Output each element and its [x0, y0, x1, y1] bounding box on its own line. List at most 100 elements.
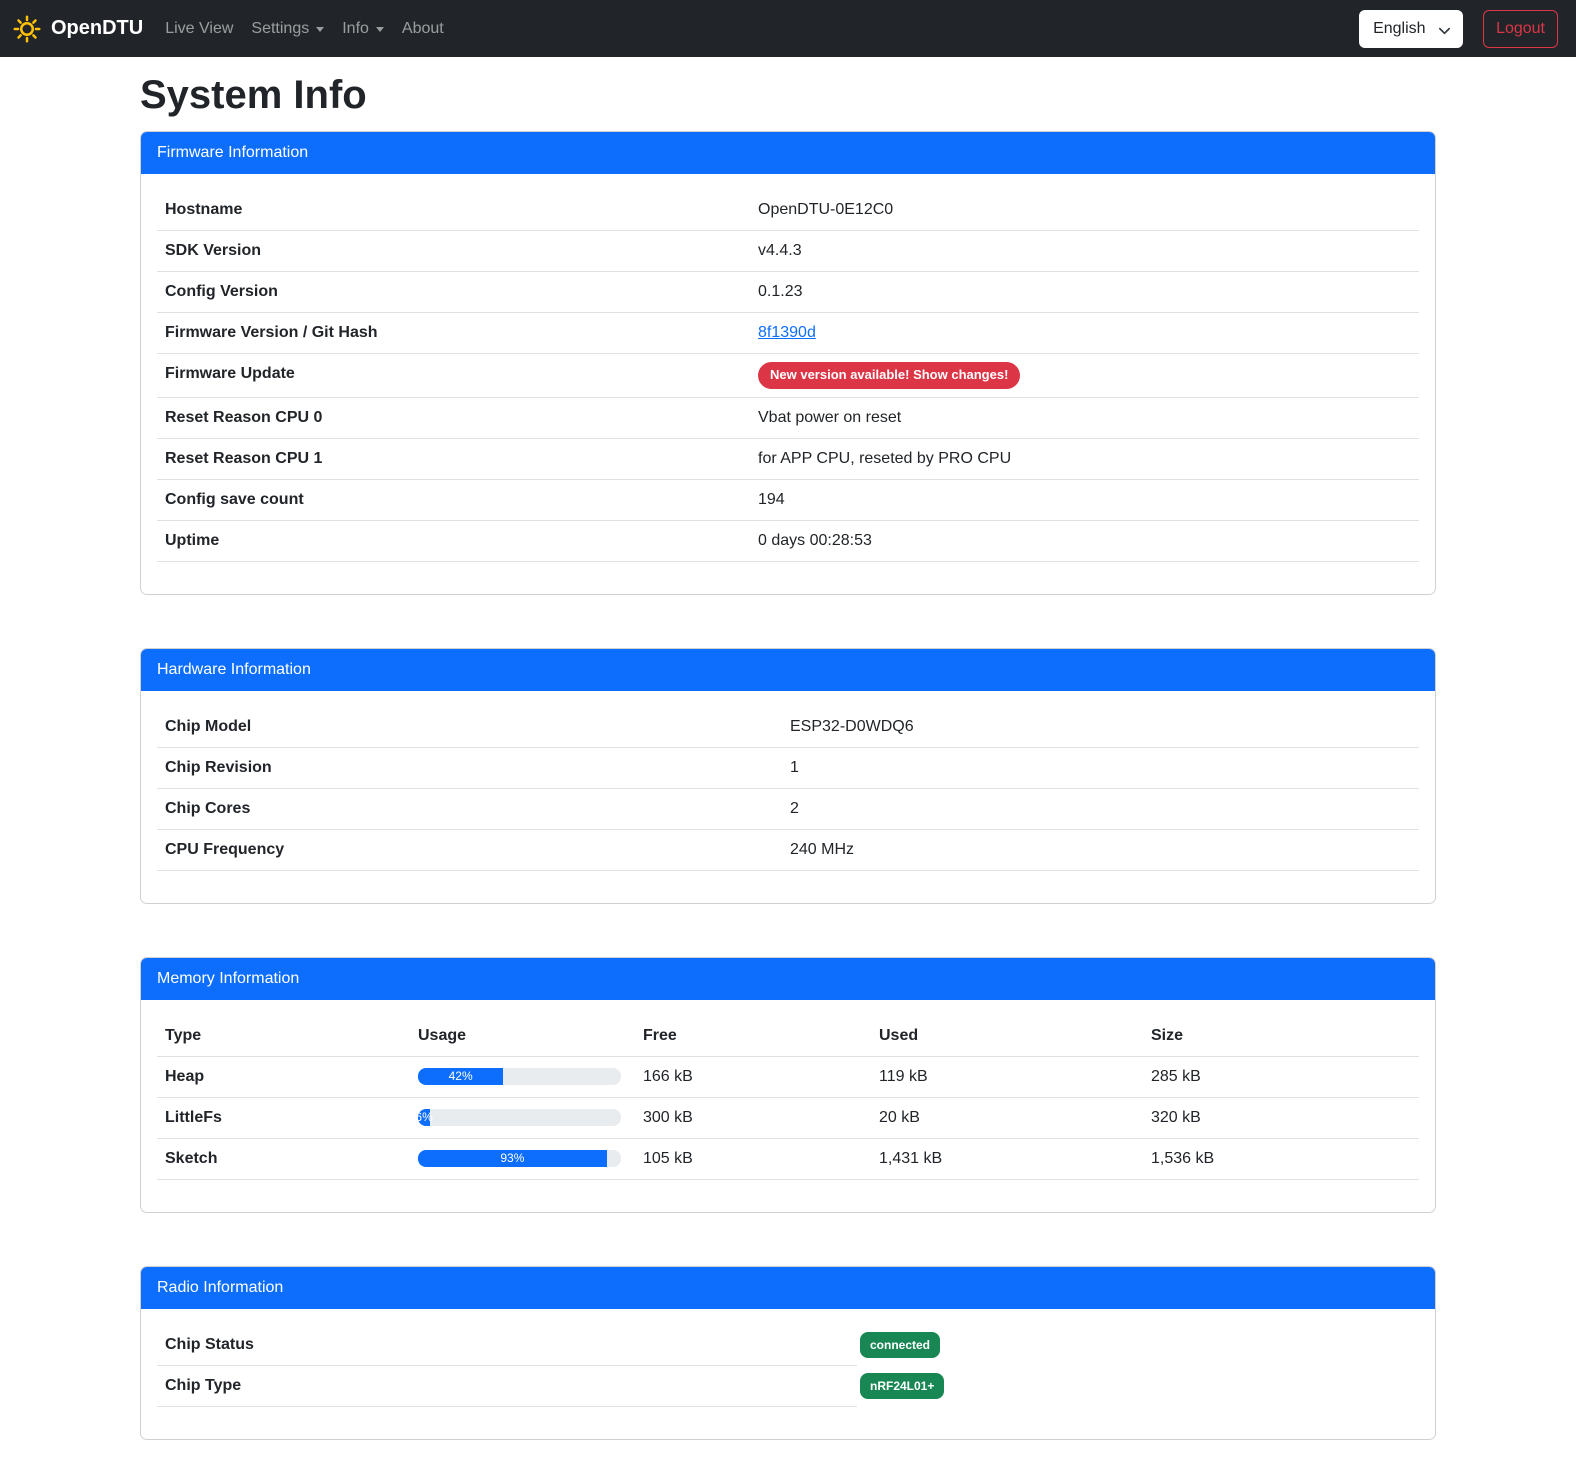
row-label: Chip Type: [157, 1366, 857, 1407]
heap-size: 285 kB: [1143, 1057, 1419, 1097]
brand-logo[interactable]: OpenDTU: [12, 14, 143, 44]
row-label: Chip Model: [157, 707, 782, 747]
table-row: Heap 42% 166 kB 119 kB 285 kB: [157, 1057, 1419, 1098]
heap-progress: 42%: [418, 1068, 621, 1085]
row-label: Sketch: [157, 1139, 410, 1179]
row-label: Heap: [157, 1057, 410, 1097]
column-header: Used: [871, 1016, 1143, 1056]
radio-card-body: Chip Status connected Chip Type nRF24L01…: [141, 1309, 1435, 1439]
page-title: System Info: [140, 71, 1436, 119]
hardware-card: Hardware Information Chip Model ESP32-D0…: [140, 648, 1436, 904]
firmware-card: Firmware Information Hostname OpenDTU-0E…: [140, 131, 1436, 595]
main-container: System Info Firmware Information Hostnam…: [140, 71, 1436, 1440]
row-label: Firmware Version / Git Hash: [157, 313, 750, 353]
firmware-table: Hostname OpenDTU-0E12C0 SDK Version v4.4…: [157, 190, 1419, 562]
sketch-size: 1,536 kB: [1143, 1139, 1419, 1179]
hardware-table: Chip Model ESP32-D0WDQ6 Chip Revision 1 …: [157, 707, 1419, 871]
firmware-card-header: Firmware Information: [141, 132, 1435, 174]
sketch-used: 1,431 kB: [871, 1139, 1143, 1179]
nav-links: Live View Settings Info About: [157, 12, 454, 46]
table-row: Reset Reason CPU 1 for APP CPU, reseted …: [157, 439, 1419, 480]
chevron-down-icon: [1437, 23, 1452, 38]
memory-table: Type Usage Free Used Size Heap 42% 166 k…: [157, 1016, 1419, 1180]
chip-status-badge: connected: [860, 1332, 940, 1358]
row-label: Chip Cores: [157, 789, 782, 829]
table-row: Chip Model ESP32-D0WDQ6: [157, 707, 1419, 748]
cpu-frequency-value: 240 MHz: [782, 830, 1419, 870]
column-header: Size: [1143, 1016, 1419, 1056]
row-label: Config Version: [157, 272, 750, 312]
row-label: Reset Reason CPU 1: [157, 439, 750, 479]
table-row: SDK Version v4.4.3: [157, 231, 1419, 272]
row-label: CPU Frequency: [157, 830, 782, 870]
table-row: Chip Type nRF24L01+: [157, 1366, 1419, 1407]
table-row: Reset Reason CPU 0 Vbat power on reset: [157, 398, 1419, 439]
chip-revision-value: 1: [782, 748, 1419, 788]
chevron-down-icon: [376, 27, 384, 32]
table-row: Chip Cores 2: [157, 789, 1419, 830]
sdk-version-value: v4.4.3: [750, 231, 1419, 271]
column-header: Usage: [410, 1016, 635, 1056]
table-row: Uptime 0 days 00:28:53: [157, 521, 1419, 562]
firmware-card-body: Hostname OpenDTU-0E12C0 SDK Version v4.4…: [141, 174, 1435, 594]
radio-card: Radio Information Chip Status connected …: [140, 1266, 1436, 1440]
navbar-right: English Logout: [1359, 10, 1564, 48]
git-hash-link[interactable]: 8f1390d: [758, 324, 816, 341]
nav-item-settings[interactable]: Settings: [243, 12, 332, 46]
heap-used: 119 kB: [871, 1057, 1143, 1097]
nav-item-label: Settings: [251, 20, 309, 38]
memory-card-header: Memory Information: [141, 958, 1435, 1000]
radio-table: Chip Status connected Chip Type nRF24L01…: [157, 1325, 1419, 1407]
config-version-value: 0.1.23: [750, 272, 1419, 312]
table-row: LittleFs 6% 300 kB 20 kB 320 kB: [157, 1098, 1419, 1139]
navbar: OpenDTU Live View Settings Info About En…: [0, 0, 1576, 57]
nav-item-info[interactable]: Info: [334, 12, 392, 46]
reset-reason-cpu1-value: for APP CPU, reseted by PRO CPU: [750, 439, 1419, 479]
config-save-count-value: 194: [750, 480, 1419, 520]
table-row: Firmware Version / Git Hash 8f1390d: [157, 313, 1419, 354]
column-header: Free: [635, 1016, 871, 1056]
row-label: Config save count: [157, 480, 750, 520]
memory-card: Memory Information Type Usage Free Used …: [140, 957, 1436, 1213]
row-label: Firmware Update: [157, 354, 750, 397]
nav-item-label: About: [402, 20, 444, 38]
row-label: SDK Version: [157, 231, 750, 271]
progress-bar-fill: 6%: [418, 1109, 430, 1126]
table-row: Chip Status connected: [157, 1325, 1419, 1366]
language-select[interactable]: English: [1359, 10, 1463, 48]
row-label: Chip Status: [157, 1325, 857, 1366]
new-version-badge[interactable]: New version available! Show changes!: [758, 362, 1020, 389]
nav-item-live-view[interactable]: Live View: [157, 12, 241, 46]
chip-type-badge: nRF24L01+: [860, 1373, 944, 1399]
sketch-free: 105 kB: [635, 1139, 871, 1179]
littlefs-free: 300 kB: [635, 1098, 871, 1138]
hardware-card-header: Hardware Information: [141, 649, 1435, 691]
nav-item-label: Live View: [165, 20, 233, 38]
row-label: Reset Reason CPU 0: [157, 398, 750, 438]
hostname-value: OpenDTU-0E12C0: [750, 190, 1419, 230]
memory-header-row: Type Usage Free Used Size: [157, 1016, 1419, 1057]
nav-item-about[interactable]: About: [394, 12, 452, 46]
table-row: Firmware Update New version available! S…: [157, 354, 1419, 398]
radio-card-header: Radio Information: [141, 1267, 1435, 1309]
row-label: Uptime: [157, 521, 750, 561]
littlefs-used: 20 kB: [871, 1098, 1143, 1138]
nav-item-label: Info: [342, 20, 369, 38]
logout-button[interactable]: Logout: [1483, 10, 1558, 48]
littlefs-progress: 6%: [418, 1109, 621, 1126]
table-row: Config Version 0.1.23: [157, 272, 1419, 313]
memory-card-body: Type Usage Free Used Size Heap 42% 166 k…: [141, 1000, 1435, 1212]
progress-bar-fill: 42%: [418, 1068, 503, 1085]
sketch-progress: 93%: [418, 1150, 621, 1167]
uptime-value: 0 days 00:28:53: [750, 521, 1419, 561]
row-label: Chip Revision: [157, 748, 782, 788]
brand-label: OpenDTU: [51, 17, 143, 40]
table-row: Chip Revision 1: [157, 748, 1419, 789]
chip-model-value: ESP32-D0WDQ6: [782, 707, 1419, 747]
table-row: Sketch 93% 105 kB 1,431 kB 1,536 kB: [157, 1139, 1419, 1180]
row-label: Hostname: [157, 190, 750, 230]
chip-cores-value: 2: [782, 789, 1419, 829]
reset-reason-cpu0-value: Vbat power on reset: [750, 398, 1419, 438]
table-row: Hostname OpenDTU-0E12C0: [157, 190, 1419, 231]
column-header: Type: [157, 1016, 410, 1056]
